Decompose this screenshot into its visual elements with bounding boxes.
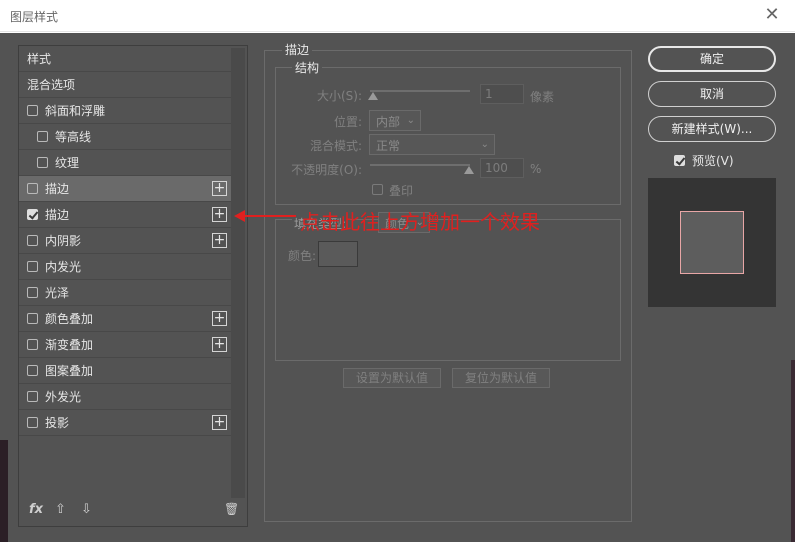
style-list-item[interactable]: 斜面和浮雕 — [19, 98, 231, 124]
style-checkbox[interactable] — [27, 105, 38, 116]
close-icon[interactable]: ✕ — [761, 4, 783, 26]
position-label: 位置: — [333, 115, 362, 129]
style-item-label: 渐变叠加 — [45, 338, 94, 352]
style-list-item[interactable]: 颜色叠加 + — [19, 306, 231, 332]
background-edge — [791, 360, 795, 542]
style-item-label: 内阴影 — [45, 234, 82, 248]
add-effect-icon[interactable]: + — [212, 207, 227, 222]
size-unit: 像素 — [530, 90, 555, 104]
add-effect-icon[interactable]: + — [212, 233, 227, 248]
overprint-label: 叠印 — [389, 184, 414, 198]
window-title: 图层样式 — [10, 10, 59, 24]
style-checkbox[interactable] — [27, 391, 38, 402]
size-slider-track[interactable] — [370, 90, 470, 92]
style-checkbox[interactable] — [27, 313, 38, 324]
blend-mode-select-value: 正常 — [376, 139, 401, 153]
style-item-label: 纹理 — [55, 156, 80, 170]
structure-group-title: 结构 — [292, 59, 323, 76]
reset-default-button[interactable]: 复位为默认值 — [452, 368, 550, 388]
move-down-icon[interactable]: ⇩ — [81, 502, 92, 517]
style-item-label: 混合选项 — [27, 78, 76, 92]
add-effect-icon[interactable]: + — [212, 181, 227, 196]
style-checkbox[interactable] — [27, 235, 38, 246]
position-select-value: 内部 — [376, 115, 401, 129]
styles-panel: 样式 混合选项 斜面和浮雕 等高线 纹理 描边 + 描边 + 内阴影 + 内发光 光泽 颜色叠加 + 渐变叠加… — [18, 45, 248, 527]
style-list-item[interactable]: 纹理 — [19, 150, 231, 176]
style-list-item[interactable]: 内发光 — [19, 254, 231, 280]
style-item-label: 颜色叠加 — [45, 312, 94, 326]
opacity-unit: % — [530, 162, 542, 176]
chevron-down-icon: ⌄ — [406, 115, 415, 126]
style-list: 样式 混合选项 斜面和浮雕 等高线 纹理 描边 + 描边 + 内阴影 + 内发光 光泽 颜色叠加 + 渐变叠加… — [19, 46, 231, 436]
position-select[interactable]: 内部 ⌄ — [369, 110, 421, 131]
trash-icon[interactable]: 🗑 — [224, 502, 239, 516]
style-item-label: 光泽 — [45, 286, 70, 300]
style-list-item[interactable]: 外发光 — [19, 384, 231, 410]
style-checkbox[interactable] — [37, 131, 48, 142]
style-checkbox[interactable] — [27, 287, 38, 298]
overprint-checkbox[interactable] — [372, 184, 383, 195]
opacity-slider-track[interactable] — [370, 164, 470, 166]
style-list-item[interactable]: 样式 — [19, 46, 231, 72]
style-list-item[interactable]: 内阴影 + — [19, 228, 231, 254]
opacity-input[interactable]: 100 — [480, 158, 524, 178]
style-checkbox[interactable] — [27, 261, 38, 272]
style-list-item[interactable]: 投影 + — [19, 410, 231, 436]
preview-checkbox[interactable] — [674, 155, 685, 166]
opacity-label: 不透明度(O): — [291, 163, 362, 177]
preview-toggle[interactable]: 预览(V) — [674, 152, 734, 169]
size-slider-thumb[interactable] — [368, 92, 378, 100]
style-item-label: 外发光 — [45, 390, 82, 404]
color-swatch[interactable] — [318, 241, 358, 267]
add-effect-icon[interactable]: + — [212, 337, 227, 352]
move-up-icon[interactable]: ⇧ — [55, 502, 66, 517]
stroke-group-title: 描边 — [282, 41, 313, 58]
style-item-label: 样式 — [27, 52, 52, 66]
style-checkbox[interactable] — [27, 417, 38, 428]
annotation-arrow-icon — [234, 210, 245, 222]
opacity-slider-thumb[interactable] — [464, 166, 474, 174]
add-effect-icon[interactable]: + — [212, 415, 227, 430]
style-list-item[interactable]: 光泽 — [19, 280, 231, 306]
annotation-arrow-line — [244, 215, 296, 217]
preview-label: 预览(V) — [692, 154, 734, 168]
add-effect-icon[interactable]: + — [212, 311, 227, 326]
style-item-label: 描边 — [45, 182, 70, 196]
style-checkbox[interactable] — [27, 339, 38, 350]
new-style-button[interactable]: 新建样式(W)... — [648, 116, 776, 142]
style-checkbox[interactable] — [27, 365, 38, 376]
style-item-label: 等高线 — [55, 130, 92, 144]
make-default-button[interactable]: 设置为默认值 — [343, 368, 441, 388]
fx-icon[interactable]: fx — [29, 502, 43, 517]
styles-panel-footer: fx ⇧ ⇩ 🗑 — [19, 494, 247, 526]
style-checkbox[interactable] — [37, 157, 48, 168]
style-item-label: 描边 — [45, 208, 70, 222]
style-list-item[interactable]: 图案叠加 — [19, 358, 231, 384]
style-item-label: 投影 — [45, 416, 70, 430]
ok-button[interactable]: 确定 — [648, 46, 776, 72]
size-label: 大小(S): — [316, 89, 362, 103]
cancel-button[interactable]: 取消 — [648, 81, 776, 107]
style-item-label: 图案叠加 — [45, 364, 94, 378]
blend-mode-select[interactable]: 正常 ⌄ — [369, 134, 495, 155]
style-list-item[interactable]: 描边 + — [19, 176, 231, 202]
preview-swatch — [680, 211, 744, 274]
annotation-text: 点击此往上方增加一个效果 — [300, 210, 540, 234]
size-input[interactable]: 1 — [480, 84, 524, 104]
style-item-label: 内发光 — [45, 260, 82, 274]
background-edge — [0, 440, 8, 542]
scrollbar[interactable] — [231, 48, 245, 498]
style-list-item[interactable]: 等高线 — [19, 124, 231, 150]
style-checkbox[interactable] — [27, 183, 38, 194]
title-bar: 图层样式 ✕ — [0, 0, 795, 32]
blend-mode-label: 混合模式: — [309, 139, 362, 153]
style-item-label: 斜面和浮雕 — [45, 104, 106, 118]
style-list-item[interactable]: 渐变叠加 + — [19, 332, 231, 358]
style-list-item[interactable]: 混合选项 — [19, 72, 231, 98]
style-checkbox[interactable] — [27, 209, 38, 220]
style-list-item[interactable]: 描边 + — [19, 202, 231, 228]
chevron-down-icon: ⌄ — [480, 139, 489, 150]
preview-thumbnail — [648, 178, 776, 307]
color-label: 颜色: — [288, 249, 317, 263]
